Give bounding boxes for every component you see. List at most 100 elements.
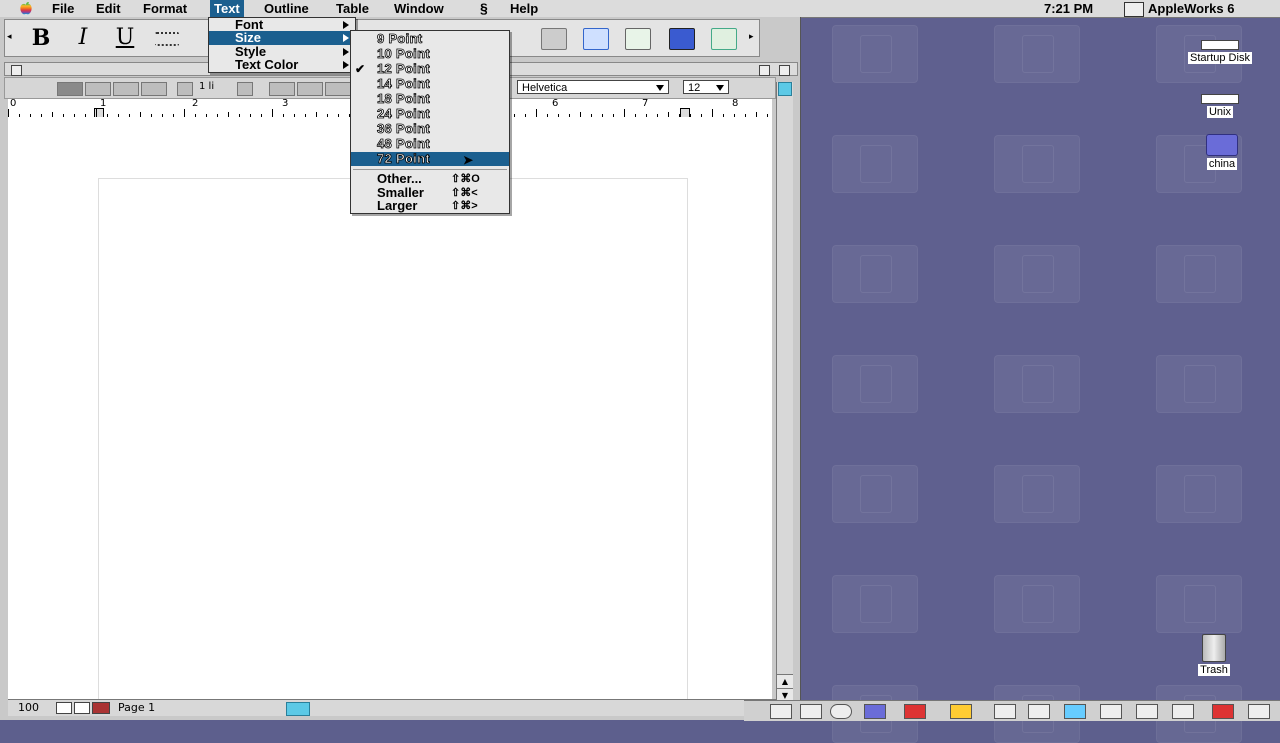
status-bar: 100 Page 1	[8, 699, 776, 716]
size-select[interactable]: 12	[683, 80, 729, 94]
desktop-pattern-tile	[994, 355, 1080, 413]
menu-item-label: 48 Point	[377, 136, 430, 151]
remote-access-icon[interactable]	[1064, 704, 1086, 719]
toolbar-scroll-left-icon[interactable]: ◂	[7, 32, 12, 42]
menu-help[interactable]: Help	[506, 0, 542, 17]
desktop-pattern-tile	[832, 355, 918, 413]
speaker-volume-icon[interactable]	[1136, 704, 1158, 719]
view-toggle-icon[interactable]	[92, 702, 110, 714]
chevron-down-icon	[716, 85, 724, 91]
ruler-number: 6	[552, 98, 559, 109]
text-style-icon[interactable]	[583, 28, 609, 50]
menu-outline[interactable]: Outline	[260, 0, 313, 17]
tab-center-button[interactable]	[297, 82, 323, 96]
menu-item-label: 72 Point	[377, 151, 430, 166]
appletalk-icon[interactable]	[904, 704, 926, 719]
zoom-level[interactable]: 100	[18, 701, 39, 714]
desktop-pattern-tile	[1156, 245, 1242, 303]
apple-menu-icon[interactable]	[18, 1, 34, 16]
startup-disk[interactable]: Startup Disk	[1178, 40, 1262, 64]
menu-item-label: 9 Point	[377, 31, 423, 46]
close-box-icon[interactable]	[11, 65, 22, 76]
desktop-pattern-tile	[994, 575, 1080, 633]
align-left-button[interactable]	[57, 82, 83, 96]
size-36-point[interactable]: 36 Point	[351, 121, 509, 136]
china-folder[interactable]: china	[1190, 134, 1254, 170]
insert-image-icon[interactable]	[625, 28, 651, 50]
bold-button[interactable]: B	[27, 25, 55, 51]
size-48-point[interactable]: 48 Point	[351, 136, 509, 151]
menu-item-text-color[interactable]: Text Color	[209, 58, 355, 72]
justify-button[interactable]	[141, 82, 167, 96]
submenu-arrow-icon	[343, 61, 349, 69]
printer-icon[interactable]	[1028, 704, 1050, 719]
zoom-in-icon[interactable]	[74, 702, 90, 714]
menu-table[interactable]: Table	[332, 0, 373, 17]
application-menu[interactable]: AppleWorks 6	[1148, 0, 1234, 17]
underline-button[interactable]: U	[111, 25, 139, 51]
desktop-pattern-tile	[994, 465, 1080, 523]
menu-format[interactable]: Format	[139, 0, 191, 17]
menu-window[interactable]: Window	[390, 0, 448, 17]
size-72-point[interactable]: 72 Point ➤	[351, 151, 509, 167]
size-larger[interactable]: Larger ⇧⌘>	[351, 199, 509, 213]
monitor-bit-depth-icon[interactable]	[950, 704, 972, 719]
zoom-out-icon[interactable]	[56, 702, 72, 714]
italic-button[interactable]: I	[69, 25, 97, 51]
application-icon[interactable]	[1124, 2, 1144, 17]
desktop-pattern-tile	[1156, 465, 1242, 523]
scroll-up-arrow-icon[interactable]: ▲	[777, 674, 793, 688]
desktop-pattern-tile	[994, 25, 1080, 83]
sound-source-icon[interactable]	[1172, 704, 1194, 719]
align-right-button[interactable]	[113, 82, 139, 96]
size-18-point[interactable]: 18 Point	[351, 91, 509, 106]
control-strip	[744, 700, 1280, 721]
menu-clock[interactable]: 7:21 PM	[1044, 0, 1093, 17]
toolbar-scroll-right-icon[interactable]: ▸	[749, 32, 754, 42]
collapse-box-icon[interactable]	[779, 65, 790, 76]
cd-icon[interactable]	[830, 704, 852, 719]
file-sharing-icon[interactable]	[864, 704, 886, 719]
tab-left-button[interactable]	[269, 82, 295, 96]
size-10-point[interactable]: 10 Point	[351, 46, 509, 61]
print-icon[interactable]	[541, 28, 567, 50]
control-strip-tab-icon[interactable]	[1248, 704, 1270, 719]
location-icon[interactable]	[1100, 704, 1122, 719]
size-14-point[interactable]: 14 Point	[351, 76, 509, 91]
increase-spacing-button[interactable]	[237, 82, 253, 96]
size-24-point[interactable]: 24 Point	[351, 106, 509, 121]
control-strip-item-icon[interactable]	[800, 704, 822, 719]
horizontal-scroll-thumb[interactable]	[286, 702, 310, 716]
control-strip-item-icon[interactable]	[770, 704, 792, 719]
web-sharing-icon[interactable]	[1212, 704, 1234, 719]
resolution-icon[interactable]	[994, 704, 1016, 719]
vertical-scrollbar[interactable]: ▲ ▼	[776, 82, 793, 702]
scripts-menu-icon[interactable]: §	[476, 0, 492, 17]
align-center-button[interactable]	[85, 82, 111, 96]
menu-item-label: Larger	[377, 198, 418, 213]
spreadsheet-icon[interactable]	[711, 28, 737, 50]
size-smaller[interactable]: Smaller ⇧⌘<	[351, 186, 509, 200]
database-icon[interactable]	[669, 28, 695, 50]
menu-edit[interactable]: Edit	[92, 0, 125, 17]
menu-item-size[interactable]: Size	[209, 31, 355, 45]
folder-icon	[1206, 134, 1238, 156]
font-select[interactable]: Helvetica	[517, 80, 669, 94]
size-other[interactable]: Other... ⇧⌘O	[351, 172, 509, 186]
trash[interactable]: Trash	[1186, 634, 1242, 676]
menu-shortcut: ⇧⌘<	[451, 187, 478, 199]
size-12-point[interactable]: ✔ 12 Point	[351, 61, 509, 76]
bullet-list-icon[interactable]	[155, 32, 179, 46]
zoom-box-icon[interactable]	[759, 65, 770, 76]
desktop-pattern-tile	[832, 465, 918, 523]
menu-text[interactable]: Text	[210, 0, 244, 17]
scroll-thumb[interactable]	[778, 82, 792, 96]
tab-right-button[interactable]	[325, 82, 351, 96]
size-9-point[interactable]: 9 Point	[351, 31, 509, 46]
unix-disk[interactable]: Unix	[1190, 94, 1250, 118]
decrease-spacing-button[interactable]	[177, 82, 193, 96]
menu-shortcut: ⇧⌘>	[451, 200, 478, 212]
menu-file[interactable]: File	[48, 0, 78, 17]
menu-item-font[interactable]: Font	[209, 18, 355, 32]
ruler-number: 0	[10, 98, 17, 109]
